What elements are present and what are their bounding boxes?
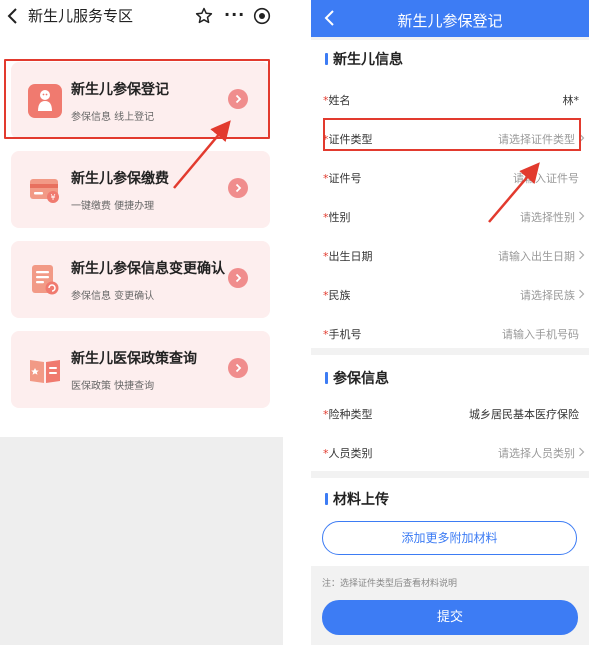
arrow-right-icon[interactable] bbox=[228, 268, 248, 288]
card-title: 新生儿医保政策查询 bbox=[71, 351, 197, 367]
service-card-policy[interactable]: 新生儿医保政策查询 医保政策 快捷查询 bbox=[11, 331, 270, 408]
section-newborn-info: 新生儿信息 *姓名 林* *证件类型 请选择证件类型 *证件号 请输入证件号 *… bbox=[311, 40, 589, 348]
field-label-text: 手机号 bbox=[328, 328, 362, 341]
field-label: *人员类别 bbox=[323, 445, 373, 461]
section-title: 参保信息 bbox=[333, 371, 389, 387]
policy-book-icon bbox=[30, 360, 60, 383]
section-title: 新生儿信息 bbox=[333, 52, 403, 68]
name-input[interactable]: 林* bbox=[563, 92, 580, 108]
form-row-id-number[interactable]: *证件号 请输入证件号 bbox=[311, 158, 589, 197]
field-label: *姓名 bbox=[323, 92, 351, 108]
back-chevron-icon[interactable] bbox=[5, 6, 21, 26]
upload-note: 注：选择证件类型后查看材料说明 bbox=[322, 579, 458, 589]
more-icon[interactable]: ··· bbox=[224, 6, 246, 26]
section-marker bbox=[325, 493, 328, 505]
submit-button[interactable]: 提交 bbox=[322, 600, 578, 635]
page-title: 新生儿服务专区 bbox=[28, 7, 134, 25]
form-row-birth-date[interactable]: *出生日期 请输入出生日期 bbox=[311, 236, 589, 275]
service-card-payment[interactable]: ¥ 新生儿参保缴费 一键缴费 便捷办理 bbox=[11, 151, 270, 228]
chevron-right-icon bbox=[579, 250, 585, 260]
form-row-person-category[interactable]: *人员类别 请选择人员类别 bbox=[311, 433, 589, 472]
arrow-right-icon[interactable] bbox=[228, 178, 248, 198]
service-card-change[interactable]: 新生儿参保信息变更确认 参保信息 变更确认 bbox=[11, 241, 270, 318]
person-category-select[interactable]: 请选择人员类别 bbox=[498, 445, 575, 461]
highlight-box-registration bbox=[4, 59, 270, 139]
target-icon[interactable] bbox=[253, 7, 271, 25]
field-label-text: 姓名 bbox=[328, 94, 351, 107]
field-label-text: 性别 bbox=[328, 211, 351, 224]
star-icon[interactable] bbox=[195, 7, 213, 25]
chevron-right-icon bbox=[579, 447, 585, 457]
field-label: *民族 bbox=[323, 287, 351, 303]
chevron-right-icon bbox=[579, 289, 585, 299]
field-label: *证件号 bbox=[323, 170, 362, 186]
form-row-phone[interactable]: *手机号 请输入手机号码 bbox=[311, 314, 589, 353]
form-row-insurance-type[interactable]: *险种类型 城乡居民基本医疗保险 bbox=[311, 394, 589, 433]
document-change-icon bbox=[32, 265, 59, 295]
insurance-type-value: 城乡居民基本医疗保险 bbox=[469, 408, 579, 421]
chevron-right-icon bbox=[579, 211, 585, 221]
field-label: *出生日期 bbox=[323, 248, 373, 264]
birth-date-select[interactable]: 请输入出生日期 bbox=[498, 248, 575, 264]
field-label: *性别 bbox=[323, 209, 351, 225]
card-title: 新生儿参保信息变更确认 bbox=[71, 261, 225, 277]
card-title: 新生儿参保缴费 bbox=[71, 171, 169, 187]
field-label-text: 人员类别 bbox=[328, 447, 373, 460]
card-subtitle: 医保政策 快捷查询 bbox=[71, 381, 155, 392]
form-row-ethnicity[interactable]: *民族 请选择民族 bbox=[311, 275, 589, 314]
field-label-text: 险种类型 bbox=[328, 408, 373, 421]
card-payment-icon: ¥ bbox=[30, 179, 59, 203]
field-label: *险种类型 bbox=[323, 406, 373, 422]
form-row-gender[interactable]: *性别 请选择性别 bbox=[311, 197, 589, 236]
form-title: 新生儿参保登记 bbox=[397, 12, 503, 30]
arrow-right-icon[interactable] bbox=[228, 358, 248, 378]
section-title: 材料上传 bbox=[333, 492, 389, 508]
field-label-text: 民族 bbox=[328, 289, 351, 302]
ethnicity-select[interactable]: 请选择民族 bbox=[520, 287, 575, 303]
section-insurance-info: 参保信息 *险种类型 城乡居民基本医疗保险 *人员类别 请选择人员类别 bbox=[311, 355, 589, 471]
gender-select[interactable]: 请选择性别 bbox=[520, 209, 575, 225]
field-label: *手机号 bbox=[323, 326, 362, 342]
field-label-text: 出生日期 bbox=[328, 250, 373, 263]
card-subtitle: 一键缴费 便捷办理 bbox=[71, 201, 155, 212]
left-footer-background bbox=[0, 437, 283, 645]
section-marker bbox=[325, 372, 328, 384]
form-header: 新生儿参保登记 bbox=[311, 0, 589, 37]
section-marker bbox=[325, 53, 328, 65]
left-header: 新生儿服务专区 ··· bbox=[0, 0, 283, 34]
field-label-text: 证件号 bbox=[328, 172, 362, 185]
add-material-button[interactable]: 添加更多附加材料 bbox=[322, 521, 577, 555]
left-screen: 新生儿服务专区 ··· 新生儿参保登记 参保信息 线上登记 ¥ 新生儿参保缴费 … bbox=[0, 0, 283, 645]
card-subtitle: 参保信息 变更确认 bbox=[71, 291, 155, 302]
highlight-box-id-type bbox=[323, 118, 581, 151]
id-number-input[interactable]: 请输入证件号 bbox=[513, 170, 579, 186]
svg-text:¥: ¥ bbox=[50, 193, 55, 202]
phone-input[interactable]: 请输入手机号码 bbox=[502, 326, 579, 342]
right-screen: 新生儿参保登记 新生儿信息 *姓名 林* *证件类型 请选择证件类型 *证件号 … bbox=[311, 0, 589, 645]
form-row-name[interactable]: *姓名 林* bbox=[311, 80, 589, 119]
